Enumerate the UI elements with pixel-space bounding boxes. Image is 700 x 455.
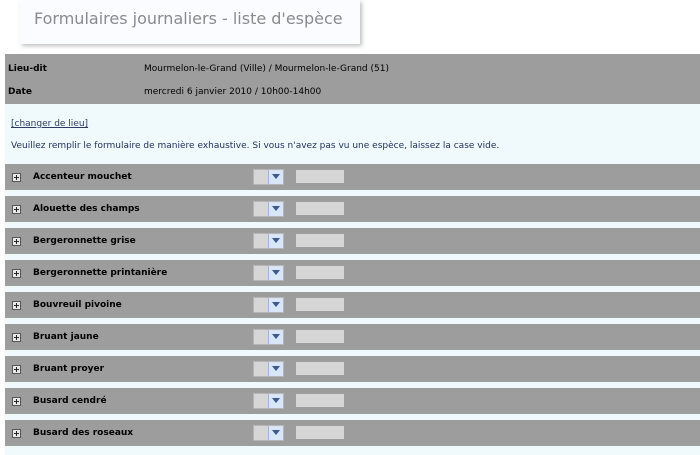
chevron-down-icon xyxy=(272,302,280,307)
chevron-down-icon xyxy=(272,206,280,211)
species-select[interactable] xyxy=(253,201,284,217)
chevron-down-icon xyxy=(272,174,280,179)
species-name: Busard cendré xyxy=(33,396,107,406)
species-row: Busard cendré xyxy=(5,388,700,414)
count-input[interactable] xyxy=(296,170,344,183)
species-select[interactable] xyxy=(253,233,284,249)
species-name: Bruant proyer xyxy=(33,364,105,374)
info-value: Mourmelon-le-Grand (Ville) / Mourmelon-l… xyxy=(144,64,389,74)
species-select[interactable] xyxy=(253,265,284,281)
dropdown-button[interactable] xyxy=(268,170,283,184)
dropdown-button[interactable] xyxy=(268,266,283,280)
info-label: Lieu-dit xyxy=(8,64,47,74)
plus-icon[interactable] xyxy=(12,333,21,342)
chevron-down-icon xyxy=(272,238,280,243)
dropdown-button[interactable] xyxy=(268,426,283,440)
species-name: Bergeronnette grise xyxy=(33,236,136,246)
species-select[interactable] xyxy=(253,393,284,409)
count-input[interactable] xyxy=(296,298,344,311)
species-name: Accenteur mouchet xyxy=(33,172,132,182)
chevron-down-icon xyxy=(272,398,280,403)
chevron-down-icon xyxy=(272,334,280,339)
species-row: Bruant jaune xyxy=(5,324,700,350)
species-row: Accenteur mouchet xyxy=(5,164,700,190)
species-form: [changer de lieu] Veuillez remplir le fo… xyxy=(5,104,700,455)
species-select[interactable] xyxy=(253,425,284,441)
species-row: Bouvreuil pivoine xyxy=(5,292,700,318)
chevron-down-icon xyxy=(272,430,280,435)
plus-icon[interactable] xyxy=(12,397,21,406)
count-input[interactable] xyxy=(296,426,344,439)
plus-icon[interactable] xyxy=(12,301,21,310)
instructions-text: Veuillez remplir le formulaire de manièr… xyxy=(11,141,500,151)
dropdown-button[interactable] xyxy=(268,394,283,408)
count-input[interactable] xyxy=(296,234,344,247)
count-input[interactable] xyxy=(296,202,344,215)
dropdown-button[interactable] xyxy=(268,202,283,216)
count-input[interactable] xyxy=(296,330,344,343)
info-value: mercredi 6 janvier 2010 / 10h00-14h00 xyxy=(144,87,322,97)
dropdown-button[interactable] xyxy=(268,298,283,312)
location-info: Lieu-dit Mourmelon-le-Grand (Ville) / Mo… xyxy=(5,54,700,104)
plus-icon[interactable] xyxy=(12,237,21,246)
plus-icon[interactable] xyxy=(12,429,21,438)
count-input[interactable] xyxy=(296,362,344,375)
chevron-down-icon xyxy=(272,270,280,275)
dropdown-button[interactable] xyxy=(268,234,283,248)
count-input[interactable] xyxy=(296,266,344,279)
page-title: Formulaires journaliers - liste d'espèce xyxy=(34,9,343,28)
plus-icon[interactable] xyxy=(12,173,21,182)
plus-icon[interactable] xyxy=(12,365,21,374)
species-name: Bouvreuil pivoine xyxy=(33,300,122,310)
info-label: Date xyxy=(8,87,32,97)
count-input[interactable] xyxy=(296,394,344,407)
plus-icon[interactable] xyxy=(12,269,21,278)
species-row: Bergeronnette grise xyxy=(5,228,700,254)
species-row: Bruant proyer xyxy=(5,356,700,382)
species-name: Bruant jaune xyxy=(33,332,99,342)
species-select[interactable] xyxy=(253,329,284,345)
chevron-down-icon xyxy=(272,366,280,371)
species-select[interactable] xyxy=(253,169,284,185)
species-name: Bergeronnette printanière xyxy=(33,268,168,278)
species-row: Busard des roseaux xyxy=(5,420,700,446)
change-location-link[interactable]: [changer de lieu] xyxy=(11,119,88,129)
species-row: Bergeronnette printanière xyxy=(5,260,700,286)
species-name: Busard des roseaux xyxy=(33,428,134,438)
species-select[interactable] xyxy=(253,361,284,377)
species-row: Alouette des champs xyxy=(5,196,700,222)
species-name: Alouette des champs xyxy=(33,204,140,214)
species-select[interactable] xyxy=(253,297,284,313)
dropdown-button[interactable] xyxy=(268,330,283,344)
dropdown-button[interactable] xyxy=(268,362,283,376)
plus-icon[interactable] xyxy=(12,205,21,214)
